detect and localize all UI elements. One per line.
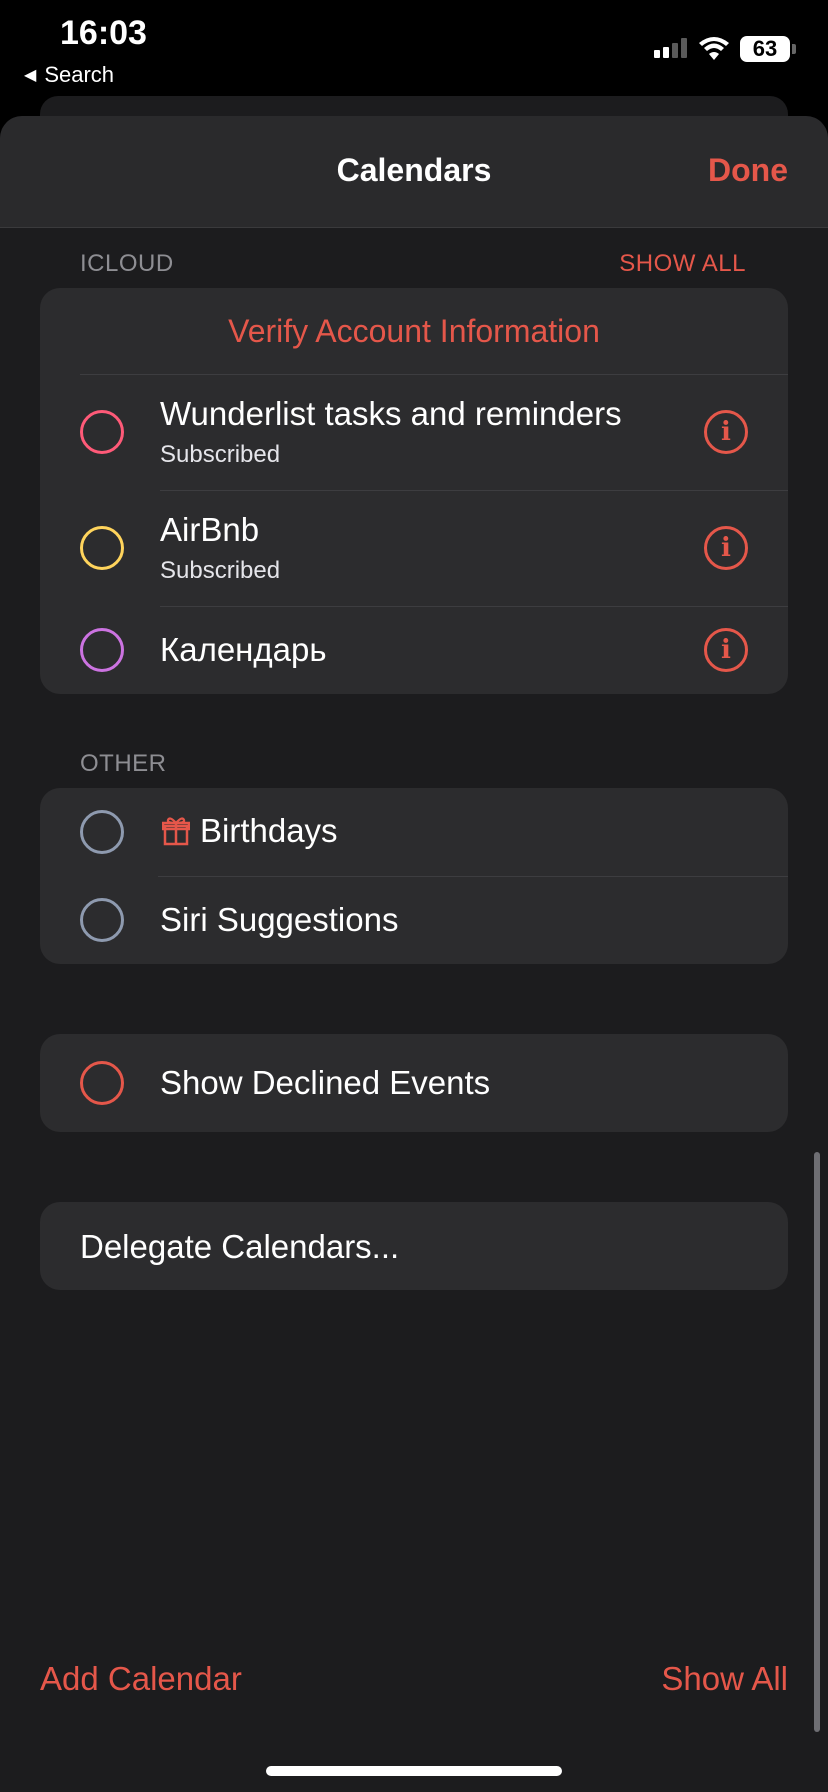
other-section-header: OTHER xyxy=(80,750,167,777)
calendar-toggle-circle[interactable] xyxy=(80,810,124,854)
battery-icon: 63 xyxy=(740,36,790,62)
calendar-title: Birthdays xyxy=(200,812,338,849)
calendar-subtitle: Subscribed xyxy=(160,557,281,584)
calendar-row-birthdays[interactable]: Birthdays xyxy=(40,788,788,876)
calendar-toggle-circle[interactable] xyxy=(80,526,124,570)
home-indicator[interactable] xyxy=(266,1766,562,1776)
calendar-toggle-circle[interactable] xyxy=(80,898,124,942)
calendar-title: Siri Suggestions xyxy=(160,901,399,938)
declined-events-label: Show Declined Events xyxy=(160,1064,491,1101)
calendar-title: Wunderlist tasks and reminders xyxy=(160,395,622,432)
gift-icon xyxy=(162,817,190,846)
delegate-calendars-row[interactable]: Delegate Calendars... xyxy=(40,1202,788,1290)
info-icon[interactable]: i xyxy=(704,526,748,570)
done-button[interactable]: Done xyxy=(708,152,788,189)
delegate-calendars-label: Delegate Calendars... xyxy=(80,1228,400,1265)
back-search-label: Search xyxy=(44,62,115,87)
calendar-title: AirBnb xyxy=(160,511,260,548)
icloud-calendars-group: Verify Account Information Wunderlist ta… xyxy=(40,288,788,694)
navigation-bar: Calendars Done xyxy=(0,116,828,228)
add-calendar-button[interactable]: Add Calendar xyxy=(40,1660,242,1698)
calendar-row-airbnb[interactable]: AirBnb Subscribed i xyxy=(40,491,788,606)
battery-tip xyxy=(792,44,796,54)
scrollbar[interactable] xyxy=(814,1152,820,1732)
back-triangle-icon: ◀ xyxy=(24,67,37,84)
calendar-row-siri-suggestions[interactable]: Siri Suggestions xyxy=(40,877,788,964)
verify-account-button[interactable]: Verify Account Information xyxy=(40,288,788,374)
other-calendars-group: Birthdays Siri Suggestions xyxy=(40,788,788,964)
calendar-toggle-circle[interactable] xyxy=(80,628,124,672)
cellular-signal-icon xyxy=(654,38,687,58)
status-bar: 16:03 ◀ Search 63 xyxy=(0,0,828,96)
status-time: 16:03 xyxy=(60,14,147,52)
back-to-search-button[interactable]: ◀ Search xyxy=(24,62,114,88)
calendars-sheet: Calendars Done ICLOUD SHOW ALL Verify Ac… xyxy=(0,116,828,1792)
icloud-show-all-button[interactable]: SHOW ALL xyxy=(619,250,746,278)
declined-toggle-circle[interactable] xyxy=(80,1061,124,1105)
info-icon[interactable]: i xyxy=(704,410,748,454)
show-declined-events-row[interactable]: Show Declined Events xyxy=(40,1034,788,1132)
calendar-row-wunderlist[interactable]: Wunderlist tasks and reminders Subscribe… xyxy=(40,375,788,490)
page-title: Calendars xyxy=(336,152,492,188)
calendar-title: Календарь xyxy=(160,631,327,668)
wifi-icon xyxy=(699,37,729,60)
calendar-subtitle: Subscribed xyxy=(160,441,281,468)
calendar-row-kalendar[interactable]: Календарь i xyxy=(40,607,788,694)
icloud-section-header: ICLOUD xyxy=(80,250,174,277)
calendar-toggle-circle[interactable] xyxy=(80,410,124,454)
show-all-button[interactable]: Show All xyxy=(661,1660,788,1698)
info-icon[interactable]: i xyxy=(704,628,748,672)
